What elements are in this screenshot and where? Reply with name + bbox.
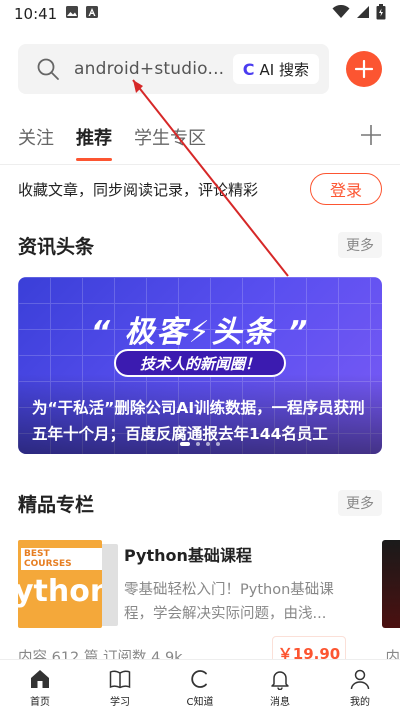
wifi-icon — [332, 4, 350, 23]
banner-headline: 为“干私活”删除公司AI训练数据，一程序员获刑五年十个月；百度反腐通报去年144… — [32, 399, 365, 443]
nav-study-label: 学习 — [110, 697, 130, 708]
status-time: 10:41 — [14, 5, 58, 23]
course-title: Python基础课程 — [124, 546, 252, 565]
login-button[interactable]: 登录 — [310, 173, 382, 205]
tab-follow[interactable]: 关注 — [18, 118, 54, 150]
ai-search-button[interactable]: C AI 搜索 — [232, 54, 319, 84]
news-section-header: 资讯头条 更多 — [18, 230, 382, 260]
battery-icon — [376, 4, 386, 24]
image-notification-icon — [65, 5, 79, 23]
app-notification-icon — [85, 5, 99, 23]
nav-messages[interactable]: 消息 — [240, 660, 320, 711]
nav-study[interactable]: 学习 — [80, 660, 160, 711]
cover-text: ython — [18, 574, 102, 609]
c-icon — [191, 670, 207, 688]
login-prompt: 收藏文章，同步阅读记录，评论精彩 登录 — [18, 172, 382, 206]
ai-search-label: AI 搜索 — [259, 60, 309, 79]
news-more-button[interactable]: 更多 — [338, 232, 382, 258]
column-section-title: 精品专栏 — [18, 493, 95, 516]
bottom-nav: 首页 学习 C知道 消息 我的 — [0, 659, 400, 711]
carousel-indicator — [18, 442, 382, 446]
home-icon — [31, 670, 49, 688]
login-prompt-text: 收藏文章，同步阅读记录，评论精彩 — [18, 180, 259, 199]
tab-student-zone[interactable]: 学生专区 — [134, 118, 206, 150]
add-button[interactable] — [346, 51, 382, 87]
nav-profile[interactable]: 我的 — [320, 660, 400, 711]
search-input[interactable]: android+studio... — [74, 59, 225, 79]
tab-bar: 关注 推荐 学生专区 — [18, 118, 382, 162]
course-card[interactable]: BEST COURSES ython Python基础课程 零基础轻松入门！Py… — [18, 538, 400, 670]
tab-recommend[interactable]: 推荐 — [76, 118, 112, 161]
nav-profile-label: 我的 — [350, 697, 370, 708]
book-icon — [109, 670, 131, 689]
nav-c-know-label: C知道 — [186, 697, 214, 708]
tab-divider — [0, 164, 400, 165]
bell-icon — [271, 671, 289, 690]
ai-logo-icon: C — [242, 59, 255, 79]
status-bar: 10:41 — [0, 0, 400, 28]
plus-icon — [355, 60, 373, 78]
add-tab-icon[interactable] — [360, 124, 382, 146]
nav-home[interactable]: 首页 — [0, 660, 80, 711]
person-icon — [350, 669, 370, 690]
column-section-header: 精品专栏 更多 — [18, 488, 382, 518]
news-banner[interactable]: “ 极客⚡头条 ” 技术人的新闻圈！ 为“干私活”删除公司AI训练数据，一程序员… — [18, 277, 382, 454]
cell-signal-icon — [356, 5, 370, 23]
cover-badge: BEST COURSES — [21, 548, 102, 570]
banner-slogan: 技术人的新闻圈！ — [114, 349, 286, 377]
course-cover: BEST COURSES ython — [18, 540, 102, 628]
search-box[interactable]: android+studio... C AI 搜索 — [18, 44, 329, 94]
nav-home-label: 首页 — [30, 697, 50, 708]
nav-c-know[interactable]: C知道 — [160, 660, 240, 711]
next-course-cover[interactable] — [382, 540, 400, 628]
search-icon — [37, 58, 59, 80]
search-row: android+studio... C AI 搜索 — [18, 44, 384, 94]
nav-messages-label: 消息 — [270, 697, 290, 708]
news-section-title: 资讯头条 — [18, 235, 95, 258]
course-description: 零基础轻松入门！Python基础课程，学会解决实际问题，由浅... — [124, 582, 334, 622]
banner-brand: “ 极客⚡头条 ” — [90, 315, 310, 350]
column-more-button[interactable]: 更多 — [338, 490, 382, 516]
